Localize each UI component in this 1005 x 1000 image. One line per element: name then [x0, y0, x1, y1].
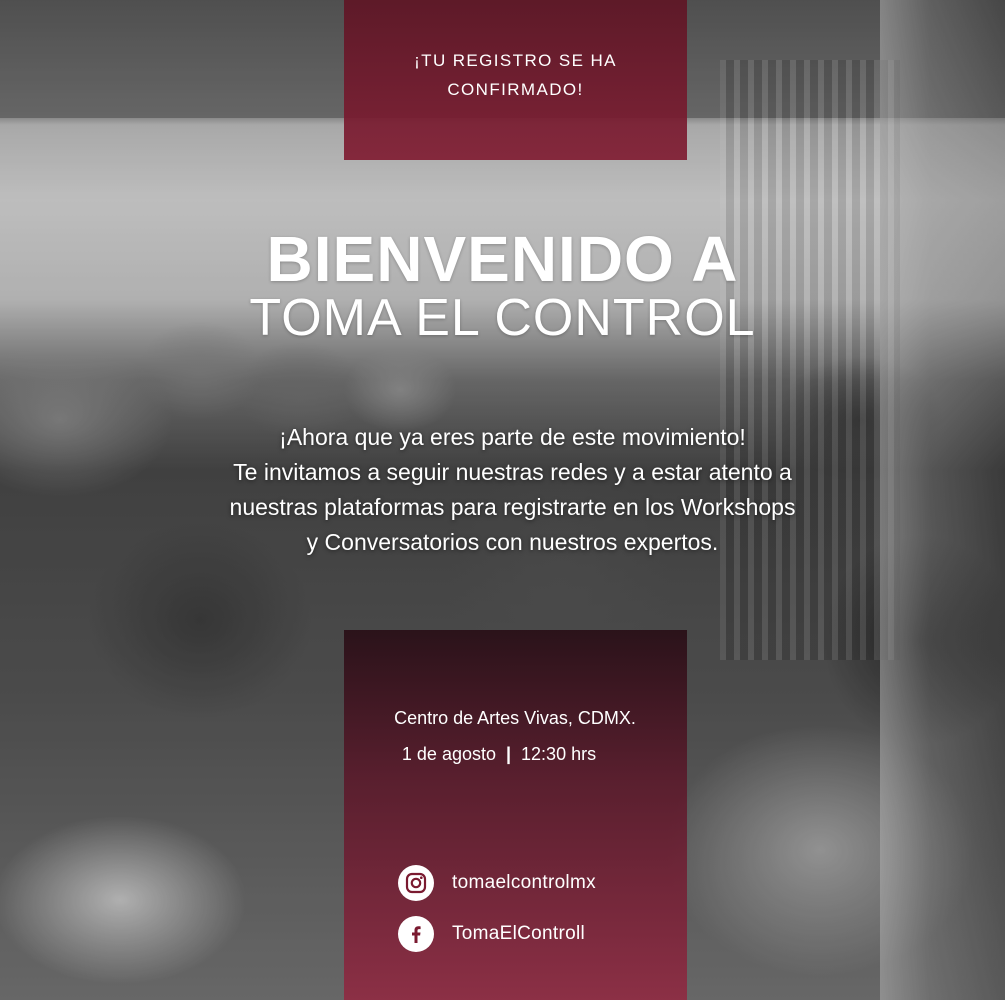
event-datetime: 1 de agosto | 12:30 hrs: [314, 740, 684, 768]
event-date: 1 de agosto: [401, 744, 496, 764]
message-line-3: nuestras plataformas para registrarte en…: [229, 494, 796, 520]
event-time: 12:30 hrs: [521, 744, 597, 764]
welcome-message: ¡Ahora que ya eres parte de este movimie…: [140, 420, 885, 560]
event-separator: |: [505, 744, 512, 764]
facebook-link[interactable]: TomaElControll: [398, 916, 585, 952]
confirmation-text: ¡Tu registro se ha confirmado!: [344, 46, 687, 104]
facebook-icon[interactable]: [398, 916, 434, 952]
message-line-2: Te invitamos a seguir nuestras redes y a…: [233, 459, 792, 485]
message-line-1: ¡Ahora que ya eres parte de este movimie…: [279, 424, 746, 450]
facebook-handle[interactable]: TomaElControll: [452, 923, 585, 945]
instagram-icon[interactable]: [398, 865, 434, 901]
event-venue: Centro de Artes Vivas, CDMX.: [394, 708, 636, 728]
hero-title-line-2: TOMA EL CONTROL: [249, 289, 756, 347]
hero-title-line-1: BIENVENIDO A: [266, 223, 739, 295]
message-line-4: y Conversatorios con nuestros expertos.: [306, 529, 719, 555]
instagram-handle[interactable]: tomaelcontrolmx: [452, 872, 596, 894]
instagram-link[interactable]: tomaelcontrolmx: [398, 865, 596, 901]
confirmation-line-1: ¡Tu registro se ha: [414, 51, 617, 70]
confirmation-line-2: confirmado!: [447, 80, 584, 99]
